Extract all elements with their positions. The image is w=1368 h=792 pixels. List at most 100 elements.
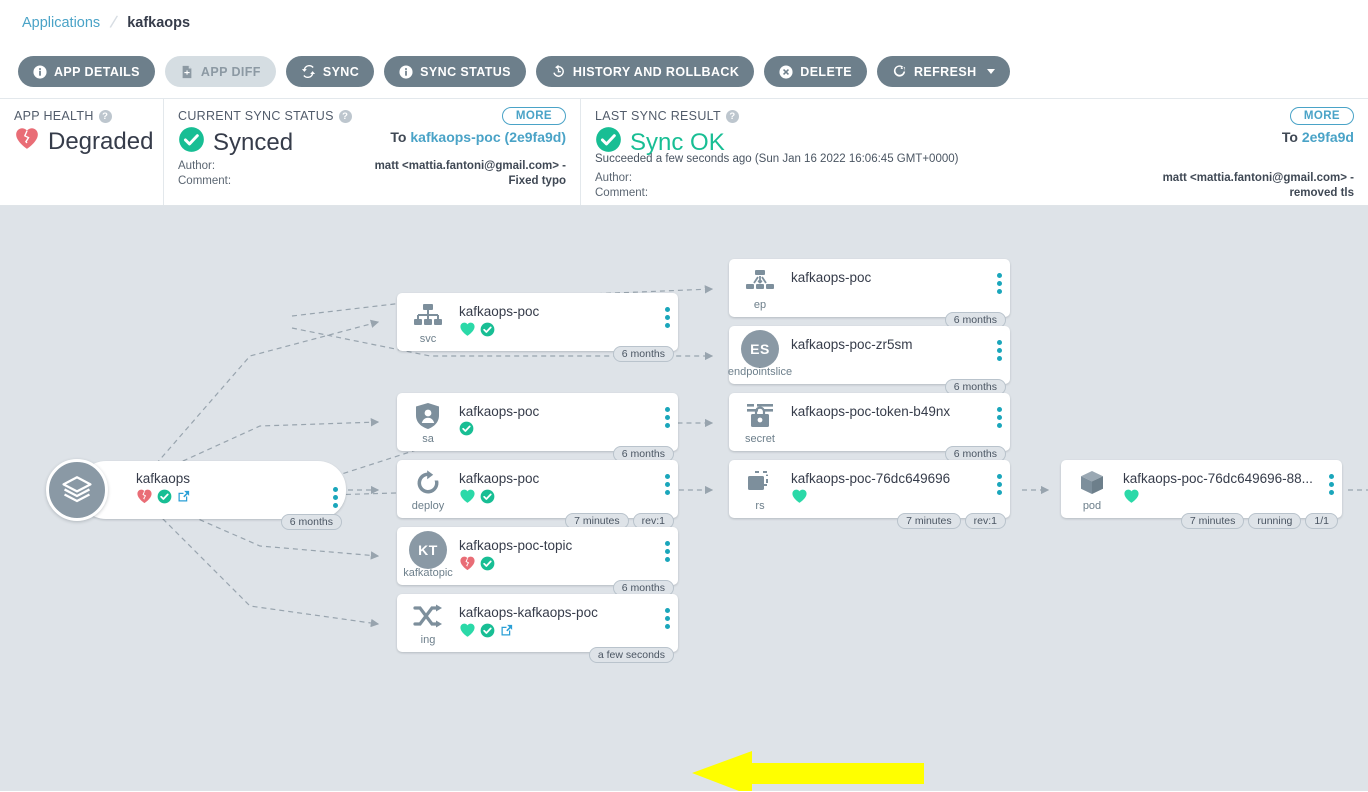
tree-node-ep-menu-button[interactable] [988,259,1010,294]
sync-icon [301,64,316,79]
check-circle-icon [480,623,495,643]
tree-node-rs-pills: 7 minutes rev:1 [897,513,1006,529]
tree-node-app-pills: 6 months [280,514,342,530]
external-link-icon[interactable] [499,623,514,643]
tree-node-svc-menu-button[interactable] [656,293,678,328]
secret-icon [745,401,775,431]
tree-node-deploy-title: kafkaops-poc [459,471,540,486]
external-link-icon[interactable] [176,489,191,509]
current-sync-label: CURRENT SYNC STATUS [178,109,334,123]
sync-status-button[interactable]: SYNC STATUS [384,56,526,87]
tree-node-pod-kind: pod [1082,500,1102,512]
help-icon[interactable]: ? [338,109,352,123]
tree-node-sa[interactable]: sa kafkaops-poc 6 months [397,393,678,462]
tree-node-ing[interactable]: ing kafkaops-kafkaops-poc a few seconds [397,594,678,663]
tree-node-svc[interactable]: svc kafkaops-poc 6 months [397,293,678,362]
tree-node-rs-menu-button[interactable] [988,460,1010,495]
tree-node-secret-icon-wrap: secret [729,393,791,445]
last-sync-target-link[interactable]: 2e9fa9d [1302,129,1354,145]
tree-node-svc-age-pill: 6 months [612,346,674,362]
current-sync-author-key: Author: [178,160,216,172]
tree-node-kafkatopic-status-icons [459,555,656,576]
last-sync-comment-key: Comment: [595,187,649,199]
tree-node-kafkatopic-kind: kafkatopic [403,567,453,579]
tree-node-sa-status-icons [459,421,656,441]
es-initials-label: ES [741,330,779,368]
check-circle-icon [480,322,495,342]
tree-node-sa-body: kafkaops-poc [459,393,656,441]
heart-icon [459,622,476,643]
tree-node-ep[interactable]: ep kafkaops-poc 6 months [729,259,1010,328]
help-icon[interactable]: ? [725,109,739,123]
tree-node-sa-kind: sa [422,433,434,445]
refresh-button[interactable]: REFRESH [876,56,1010,87]
tree-node-rs-icon-wrap: rs [729,460,791,512]
app-diff-label: APP DIFF [200,64,261,79]
tree-node-secret-menu-button[interactable] [988,393,1010,428]
current-sync-value: Synced [213,129,294,156]
tree-node-endpointslice-menu-button[interactable] [988,326,1010,361]
tree-node-rs[interactable]: rs kafkaops-poc-76dc649696 7 minutes rev… [729,460,1010,529]
current-sync-target-link[interactable]: kafkaops-poc (2e9fa9d) [410,129,566,145]
last-sync-more-button[interactable]: MORE [1289,107,1354,125]
tree-node-app-menu-button[interactable] [324,473,346,508]
tree-node-kafkatopic-menu-button[interactable] [656,527,678,562]
tree-node-ing-icon-wrap: ing [397,594,459,646]
tree-node-app-age-pill: 6 months [280,514,342,530]
tree-node-endpointslice-body: kafkaops-poc-zr5sm [791,326,988,352]
sync-label: SYNC [322,64,360,79]
last-sync-label: LAST SYNC RESULT [595,109,721,123]
breadcrumb-applications-link[interactable]: Applications [22,15,100,31]
info-icon [399,64,413,79]
tree-node-app-status-icons [136,488,324,509]
tree-node-ep-icon-wrap: ep [729,259,791,311]
sync-button[interactable]: SYNC [285,56,375,87]
tree-node-rs-status-icons [791,488,988,509]
tree-node-sa-title: kafkaops-poc [459,404,540,419]
delete-button[interactable]: DELETE [764,56,867,87]
check-circle-icon [459,421,474,441]
app-details-button[interactable]: APP DETAILS [18,56,155,87]
endpoints-icon [745,267,775,297]
tree-node-rs-rev-pill: rev:1 [964,513,1006,529]
tree-node-deploy-menu-button[interactable] [656,460,678,495]
tree-node-endpointslice-kind: endpointslice [727,366,793,378]
tree-node-svc-icon-wrap: svc [397,293,459,345]
app-diff-button[interactable]: APP DIFF [164,56,276,87]
last-sync-meta: Author: matt <mattia.fantoni@gmail.com> … [595,171,1354,201]
tree-node-secret-title: kafkaops-poc-token-b49nx [791,404,951,419]
tree-node-endpointslice[interactable]: ES endpointslice kafkaops-poc-zr5sm 6 mo… [727,326,1010,395]
tree-node-ing-menu-button[interactable] [656,594,678,629]
chevron-down-icon [986,69,995,74]
current-sync-comment-row: Comment: Fixed typo [178,174,566,189]
tree-node-pod-status-icons [1123,488,1320,509]
tree-node-sa-menu-button[interactable] [656,393,678,428]
tree-node-kafkatopic[interactable]: KT kafkatopic kafkaops-poc-topic 6 month… [397,527,678,596]
tree-node-pod-pills: 7 minutes running 1/1 [1180,513,1338,529]
tree-node-pod-body: kafkaops-poc-76dc649696-88... [1123,460,1320,509]
delete-icon [779,64,793,79]
resource-tree-canvas[interactable]: kafkaops 6 months svc kafkaops-poc 6 mon… [0,206,1368,791]
tree-node-secret[interactable]: secret kafkaops-poc-token-b49nx 6 months [729,393,1010,462]
tree-node-ing-pills: a few seconds [588,647,674,663]
kt-initials-icon: KT [409,531,447,569]
app-health-value: Degraded [48,127,154,155]
current-sync-status-panel: CURRENT SYNC STATUS ? Synced MORE To kaf… [163,99,580,205]
tree-node-pod-age-pill: 7 minutes [1180,513,1245,529]
tree-node-endpointslice-title: kafkaops-poc-zr5sm [791,337,913,352]
tree-node-deploy[interactable]: deploy kafkaops-poc 7 minutes rev:1 [397,460,678,529]
current-sync-more-button[interactable]: MORE [501,107,566,125]
tree-node-svc-body: kafkaops-poc [459,293,656,342]
help-icon[interactable]: ? [98,109,112,123]
sync-status-label: SYNC STATUS [420,64,511,79]
current-sync-author-value: matt <mattia.fantoni@gmail.com> - [374,160,566,172]
last-sync-comment-value: removed tls [1289,187,1354,199]
current-sync-author-row: Author: matt <mattia.fantoni@gmail.com> … [178,159,566,174]
last-sync-target: To 2e9fa9d [1282,129,1354,145]
history-icon [551,64,566,79]
annotation-arrow-left-icon [692,751,924,791]
history-and-rollback-button[interactable]: HISTORY AND ROLLBACK [535,56,755,87]
tree-node-pod[interactable]: pod kafkaops-poc-76dc649696-88... 7 minu… [1061,460,1342,529]
tree-node-app[interactable]: kafkaops 6 months [46,459,346,530]
tree-node-pod-menu-button[interactable] [1320,460,1342,495]
